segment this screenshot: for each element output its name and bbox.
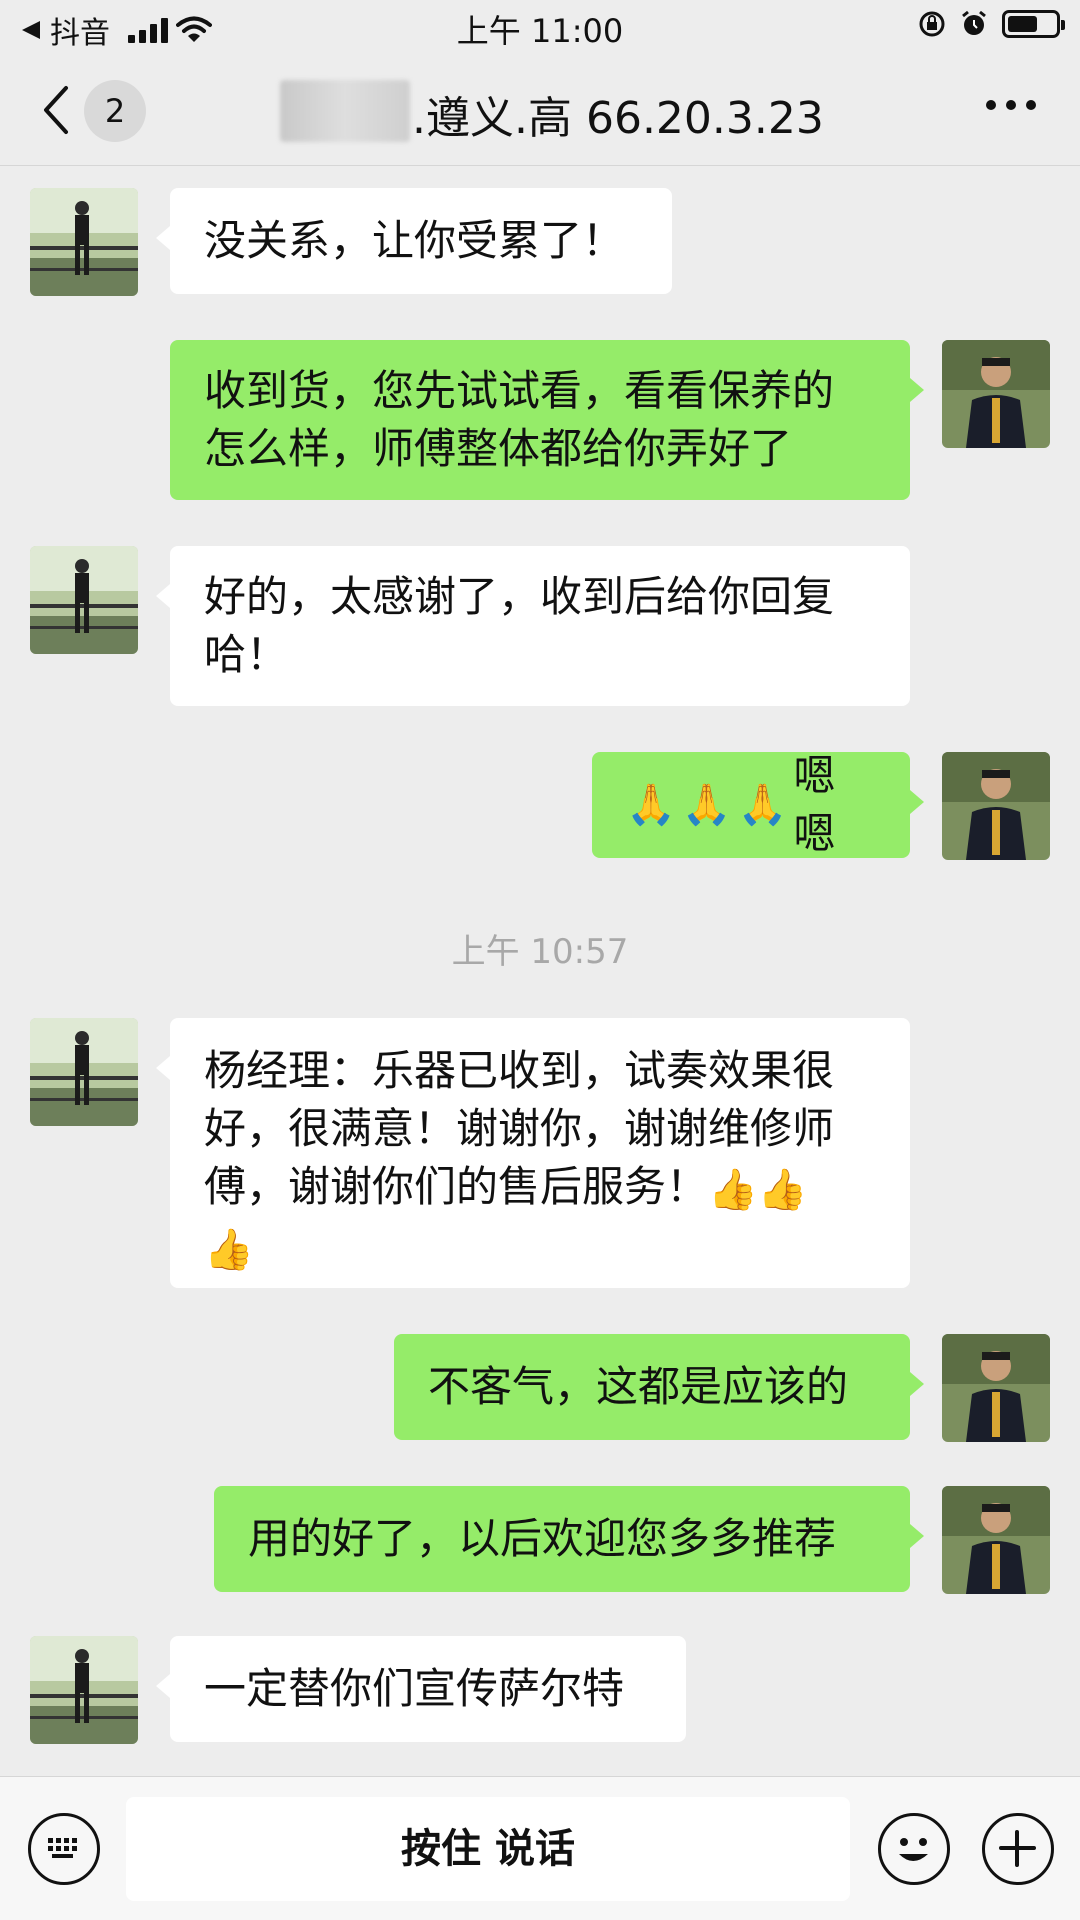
- sent-bubble[interactable]: 不客气，这都是应该的: [394, 1334, 924, 1440]
- message-text: 一定替你们宣传萨尔特: [204, 1664, 625, 1713]
- contact-avatar[interactable]: [30, 1636, 138, 1744]
- more-options-icon[interactable]: [986, 100, 1036, 110]
- emoji-icon[interactable]: [878, 1813, 950, 1885]
- back-chevron-icon[interactable]: [36, 80, 76, 140]
- pray-icon: 🙏: [626, 782, 676, 828]
- contact-avatar[interactable]: [30, 546, 138, 654]
- my-avatar[interactable]: [942, 752, 1050, 860]
- chat-title: .遵义.高 66.20.3.23: [412, 93, 824, 144]
- message-text: 嗯嗯: [793, 751, 836, 858]
- orientation-lock-icon: [919, 11, 945, 37]
- my-avatar[interactable]: [942, 1486, 1050, 1594]
- message-text: 不客气，这都是应该的: [428, 1362, 849, 1411]
- sent-bubble[interactable]: 🙏 🙏 🙏 嗯嗯: [592, 751, 924, 858]
- sent-bubble[interactable]: 收到货，您先试试看，看看保养的 怎么样，师傅整体都给你弄好了: [170, 340, 924, 500]
- message-text: 收到货，您先试试看，看看保养的 怎么样，师傅整体都给你弄好了: [204, 366, 835, 473]
- message-text: 没关系，让你受累了！: [204, 216, 625, 265]
- received-bubble[interactable]: 好的，太感谢了，收到后给你回复 哈！: [156, 546, 910, 706]
- received-bubble[interactable]: 杨经理：乐器已收到，试奏效果很 好，很满意！谢谢你，谢谢维修师 傅，谢谢你们的售…: [156, 1018, 910, 1288]
- pray-icon: 🙏: [681, 782, 732, 828]
- chat-header: 2 .遵义.高 66.20.3.23: [0, 54, 1080, 166]
- blurred-name-region: [280, 80, 410, 142]
- battery-icon: [1002, 10, 1065, 38]
- message-timestamp: 上午 10:57: [451, 932, 629, 972]
- contact-avatar[interactable]: [30, 1018, 138, 1126]
- status-bar: 抖音 上午 11:00: [0, 0, 1080, 54]
- thumbs-up-icon: 👍: [708, 1166, 758, 1213]
- keyboard-toggle-icon[interactable]: [28, 1813, 100, 1885]
- sent-bubble[interactable]: 用的好了，以后欢迎您多多推荐: [214, 1486, 924, 1592]
- received-bubble[interactable]: 没关系，让你受累了！: [156, 188, 672, 294]
- hold-to-talk-button[interactable]: 按住 说话: [126, 1797, 850, 1901]
- thumbs-up-icon: 👍: [204, 1227, 254, 1273]
- message-text: 用的好了，以后欢迎您多多推荐: [248, 1514, 837, 1563]
- status-right: [918, 10, 1065, 38]
- my-avatar[interactable]: [942, 1334, 1050, 1442]
- message-text: 好的，太感谢了，收到后给你回复 哈！: [204, 572, 835, 679]
- contact-avatar[interactable]: [30, 188, 138, 296]
- received-bubble[interactable]: 一定替你们宣传萨尔特: [156, 1636, 686, 1742]
- my-avatar[interactable]: [942, 340, 1050, 448]
- add-plus-icon[interactable]: [982, 1813, 1054, 1885]
- alarm-icon: [962, 10, 986, 35]
- thumbs-up-icon: 👍: [757, 1166, 808, 1213]
- chat-input-bar: 按住 说话: [0, 1776, 1080, 1920]
- pray-icon: 🙏: [737, 782, 788, 828]
- unread-count-badge[interactable]: 2: [84, 80, 146, 142]
